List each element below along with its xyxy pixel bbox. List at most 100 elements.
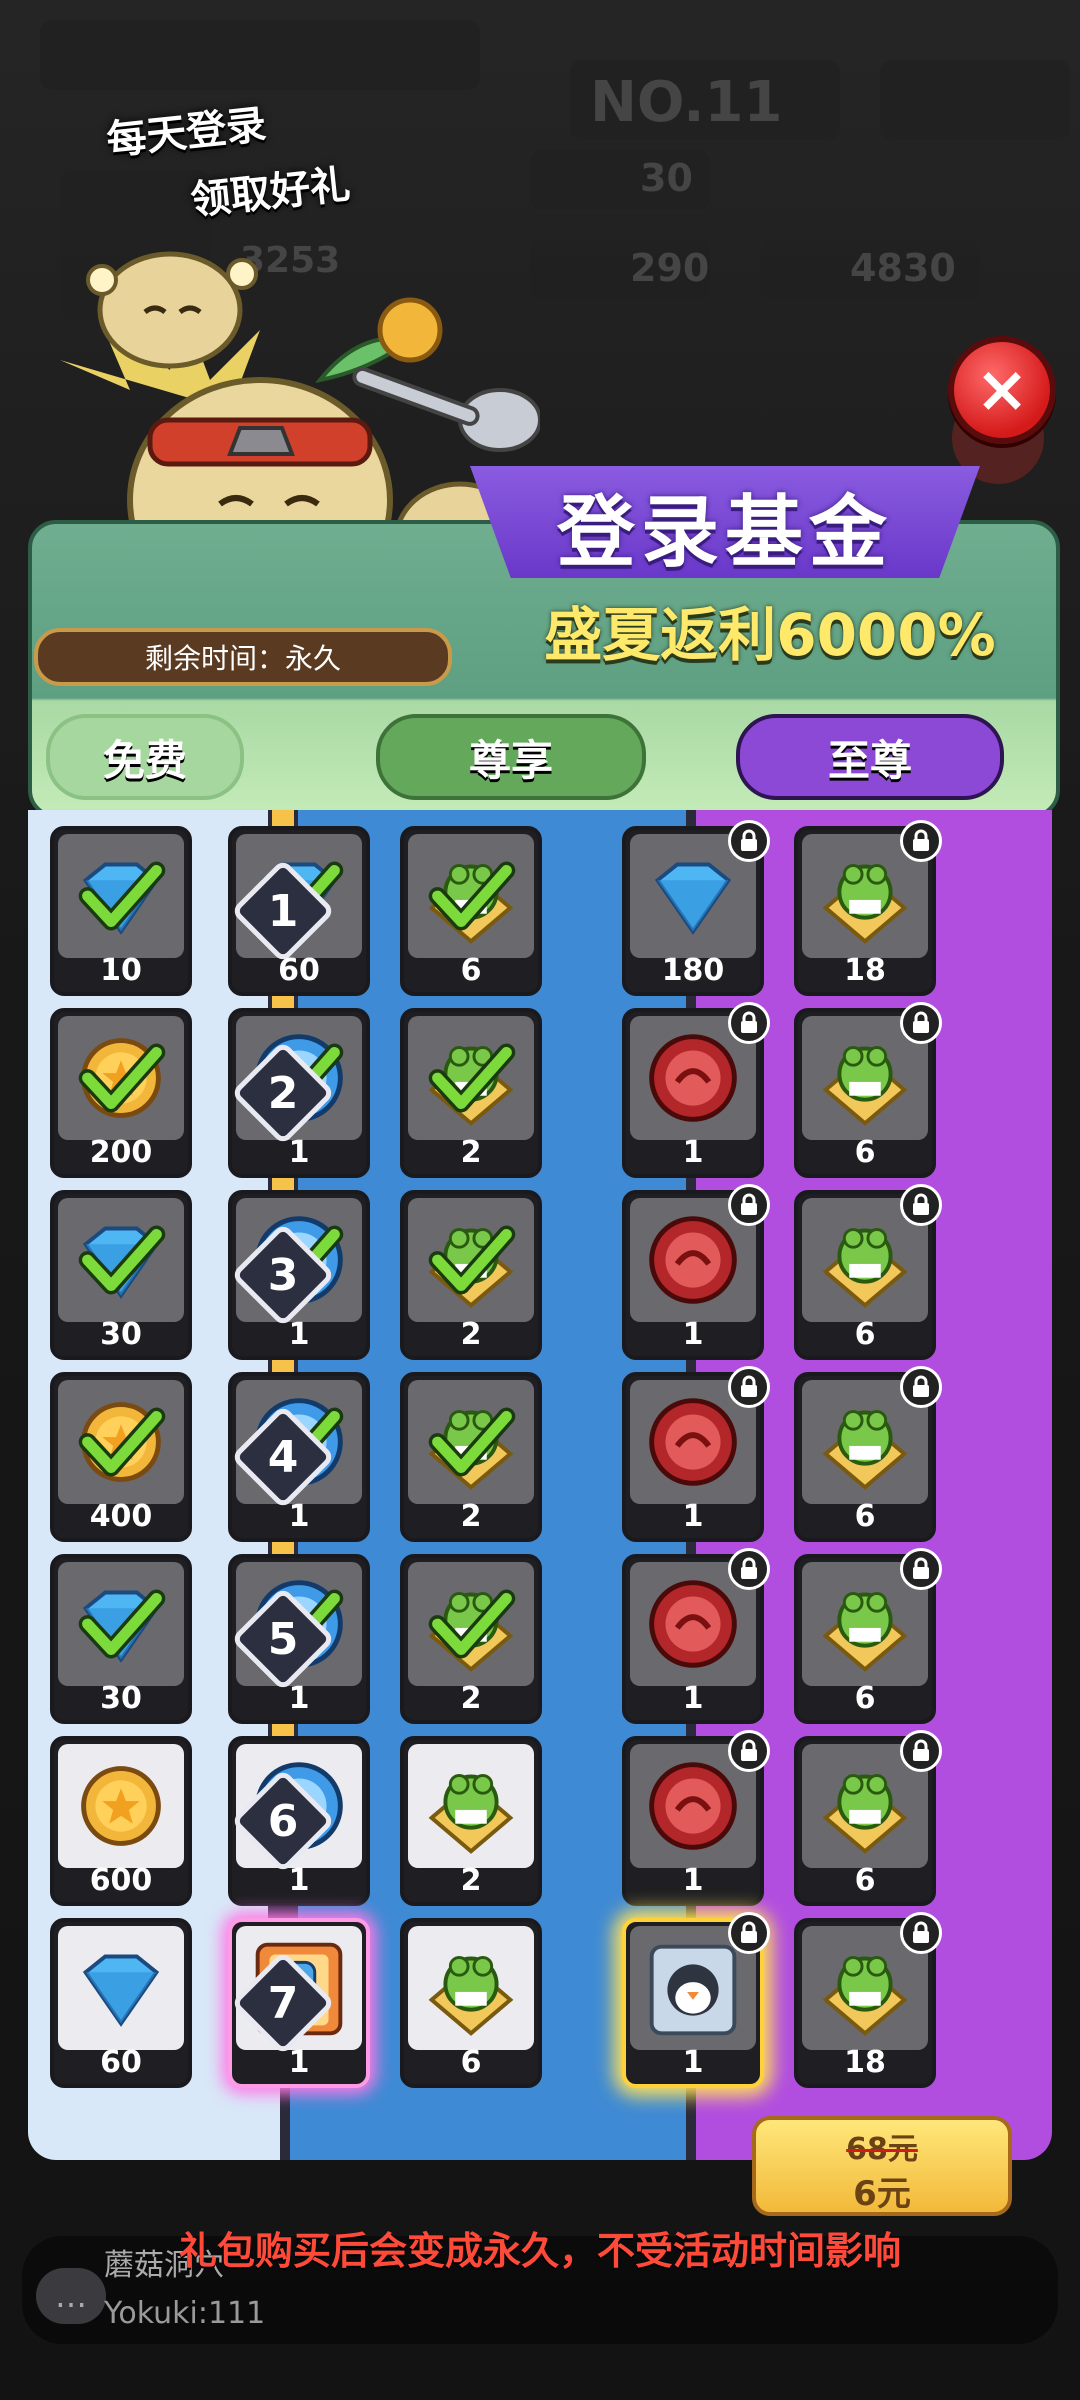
frog-ticket-icon: [428, 1774, 514, 1854]
reward-slot: [408, 1198, 534, 1322]
reward-cell-free-day3[interactable]: 30: [50, 1190, 192, 1360]
close-button[interactable]: ×: [948, 336, 1056, 444]
reward-quantity: 10: [100, 953, 142, 988]
reward-quantity: 180: [661, 953, 725, 988]
fund-title: 登录基金: [556, 488, 893, 578]
reward-quantity: 1: [682, 2045, 704, 2080]
reward-quantity: 18: [844, 2045, 886, 2080]
reward-quantity: 1: [682, 1681, 704, 1716]
reward-quantity: 1: [288, 1135, 310, 1170]
tab-vip[interactable]: 尊享: [376, 714, 646, 800]
claimed-check-icon: [428, 1225, 516, 1295]
lock-icon: [900, 1548, 942, 1590]
reward-cell-vip-b-day7[interactable]: 6: [400, 1918, 542, 2088]
reward-quantity: 1: [288, 1681, 310, 1716]
reward-cell-svip-b-day5[interactable]: 6: [794, 1548, 942, 1724]
reward-cell-free-day7[interactable]: 60: [50, 1918, 192, 2088]
reward-quantity: 400: [89, 1499, 153, 1534]
sale-price: 6元: [853, 2174, 911, 2214]
reward-cell-vip-b-day5[interactable]: 2: [400, 1554, 542, 1724]
reward-cell-vip-b-day4[interactable]: 2: [400, 1372, 542, 1542]
reward-quantity: 6: [854, 1135, 876, 1170]
reward-quantity: 1: [288, 1317, 310, 1352]
day-number: 3: [267, 1249, 299, 1301]
reward-slot: [408, 1926, 534, 2050]
reward-cell-svip-b-day4[interactable]: 6: [794, 1366, 942, 1542]
chat-bubble-icon[interactable]: …: [36, 2268, 106, 2324]
tab-svip[interactable]: 至尊: [736, 714, 1004, 800]
claimed-check-icon: [78, 861, 166, 931]
reward-cell-svip-a-day1[interactable]: 180: [622, 820, 770, 996]
reward-quantity: 1: [682, 1317, 704, 1352]
reward-quantity: 6: [460, 953, 482, 988]
reward-quantity: 2: [460, 1863, 482, 1898]
reward-quantity: 60: [278, 953, 320, 988]
claimed-check-icon: [428, 861, 516, 931]
reward-quantity: 1: [682, 1135, 704, 1170]
reward-quantity: 1: [288, 1499, 310, 1534]
claimed-check-icon: [78, 1225, 166, 1295]
reward-slot: [408, 1744, 534, 1868]
reward-cell-svip-b-day1[interactable]: 18: [794, 820, 942, 996]
reward-quantity: 6: [460, 2045, 482, 2080]
reward-quantity: 1: [288, 1863, 310, 1898]
reward-cell-svip-b-day3[interactable]: 6: [794, 1184, 942, 1360]
reward-cell-svip-a-day7[interactable]: 1: [622, 1912, 770, 2088]
lock-icon: [728, 1548, 770, 1590]
reward-cell-free-day4[interactable]: 400: [50, 1372, 192, 1542]
reward-cell-svip-b-day7[interactable]: 18: [794, 1912, 942, 2088]
reward-quantity: 60: [100, 2045, 142, 2080]
reward-cell-vip-b-day1[interactable]: 6: [400, 826, 542, 996]
reward-cell-free-day6[interactable]: 600: [50, 1736, 192, 1906]
day-number: 2: [267, 1067, 299, 1119]
reward-quantity: 18: [844, 953, 886, 988]
reward-slot: [408, 1380, 534, 1504]
reward-quantity: 30: [100, 1681, 142, 1716]
reward-quantity: 2: [460, 1135, 482, 1170]
original-price: 68元: [846, 2132, 918, 2167]
reward-quantity: 600: [89, 1863, 153, 1898]
reward-cell-vip-b-day6[interactable]: 2: [400, 1736, 542, 1906]
reward-cell-svip-a-day6[interactable]: 1: [622, 1730, 770, 1906]
day-number: 5: [267, 1613, 299, 1665]
reward-slot: [408, 1562, 534, 1686]
reward-cell-free-day5[interactable]: 30: [50, 1554, 192, 1724]
reward-cell-svip-a-day3[interactable]: 1: [622, 1184, 770, 1360]
reward-quantity: 30: [100, 1317, 142, 1352]
buy-price-button[interactable]: 68元 6元: [752, 2116, 1012, 2216]
tab-free[interactable]: 免费: [46, 714, 244, 800]
reward-slot: [58, 1198, 184, 1322]
reward-cell-svip-a-day4[interactable]: 1: [622, 1366, 770, 1542]
reward-quantity: 6: [854, 1317, 876, 1352]
gold-coin-icon: [81, 1766, 161, 1846]
reward-slot: [58, 1380, 184, 1504]
reward-cell-free-day2[interactable]: 200: [50, 1008, 192, 1178]
reward-cell-vip-b-day3[interactable]: 2: [400, 1190, 542, 1360]
tier-tabs: 免费 尊享 至尊: [28, 700, 1052, 810]
lock-icon: [728, 1730, 770, 1772]
reward-slot: [58, 1016, 184, 1140]
reward-quantity: 6: [854, 1681, 876, 1716]
reward-cell-svip-b-day6[interactable]: 6: [794, 1730, 942, 1906]
close-icon: ×: [975, 353, 1029, 427]
reward-cell-svip-a-day2[interactable]: 1: [622, 1002, 770, 1178]
lock-icon: [728, 1184, 770, 1226]
day-number: 4: [267, 1431, 299, 1483]
reward-cell-svip-b-day2[interactable]: 6: [794, 1002, 942, 1178]
lock-icon: [728, 820, 770, 862]
day-number: 1: [267, 885, 299, 937]
reward-cell-vip-b-day2[interactable]: 2: [400, 1008, 542, 1178]
rebate-text: 盛夏返利6000%: [544, 601, 996, 669]
reward-cell-free-day1[interactable]: 10: [50, 826, 192, 996]
reward-quantity: 6: [854, 1499, 876, 1534]
reward-grid: 10 200 30 400 30 600 60 60 1 1 1 1 1 1 6 2 2 2 2 2 6 180 1 1 1 1 1…: [28, 810, 1052, 2160]
lock-icon: [900, 1184, 942, 1226]
lock-icon: [728, 1002, 770, 1044]
claimed-check-icon: [78, 1589, 166, 1659]
reward-cell-svip-a-day5[interactable]: 1: [622, 1548, 770, 1724]
claimed-check-icon: [78, 1043, 166, 1113]
gold-coin-decoration: [377, 297, 443, 363]
claimed-check-icon: [428, 1589, 516, 1659]
chat-message: Yokuki:111: [104, 2296, 266, 2331]
lock-icon: [900, 1366, 942, 1408]
